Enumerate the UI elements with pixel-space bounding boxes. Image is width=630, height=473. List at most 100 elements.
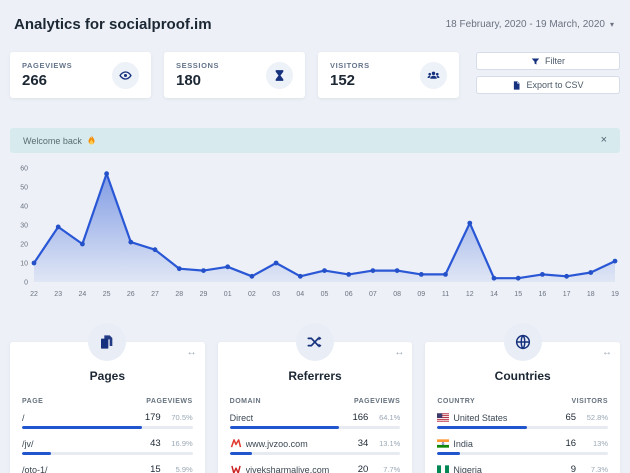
column-header: DOMAIN (230, 398, 261, 405)
row-percent: 64.1% (368, 413, 400, 422)
table-rows: /17970.5% /jv/4316.9% /oto-1/155.9% (10, 412, 205, 473)
row-label[interactable]: viveksharmalive.com (230, 465, 341, 473)
svg-text:07: 07 (369, 291, 377, 298)
close-icon[interactable]: × (601, 135, 607, 146)
svg-text:26: 26 (127, 291, 135, 298)
svg-text:28: 28 (175, 291, 183, 298)
progress-bar (22, 452, 193, 455)
progress-bar (230, 452, 401, 455)
row-percent: 52.8% (576, 413, 608, 422)
globe-icon (504, 323, 542, 361)
panel-title: Countries (425, 369, 620, 383)
table-row[interactable]: United States6552.8% (437, 412, 608, 429)
row-label[interactable]: United States (437, 413, 548, 423)
svg-text:12: 12 (466, 291, 474, 298)
row-label[interactable]: /jv/ (22, 439, 133, 449)
panels-row: ↔ Pages PAGE PAGEVIEWS /17970.5%/jv/4316… (10, 342, 620, 473)
svg-text:23: 23 (54, 291, 62, 298)
column-header: COUNTRY (437, 398, 475, 405)
table-row[interactable]: /oto-1/155.9% (22, 464, 193, 473)
row-percent: 70.5% (161, 413, 193, 422)
export-csv-button[interactable]: Export to CSV (476, 76, 620, 94)
chevron-down-icon: ▾ (610, 20, 614, 29)
svg-text:06: 06 (345, 291, 353, 298)
row-percent: 13% (576, 439, 608, 448)
svg-text:14: 14 (490, 291, 498, 298)
svg-text:02: 02 (248, 291, 256, 298)
column-header: PAGE (22, 398, 43, 405)
traffic-chart[interactable]: 0102030405060222324252627282901020304050… (10, 161, 620, 301)
stat-card-sessions: SESSIONS 180 (164, 52, 305, 98)
progress-bar (437, 426, 608, 429)
svg-text:0: 0 (24, 280, 28, 287)
svg-text:16: 16 (539, 291, 547, 298)
svg-text:03: 03 (272, 291, 280, 298)
table-header: COUNTRY VISITORS (425, 398, 620, 405)
row-value: 43 (133, 438, 161, 449)
svg-text:15: 15 (514, 291, 522, 298)
export-csv-button-label: Export to CSV (526, 80, 583, 90)
svg-text:50: 50 (20, 185, 28, 192)
svg-text:01: 01 (224, 291, 232, 298)
progress-bar (437, 452, 608, 455)
row-value: 65 (548, 412, 576, 423)
svg-text:20: 20 (20, 242, 28, 249)
svg-text:30: 30 (20, 223, 28, 230)
row-value: 20 (340, 464, 368, 473)
pages-panel: ↔ Pages PAGE PAGEVIEWS /17970.5%/jv/4316… (10, 342, 205, 473)
india-flag-icon (437, 439, 449, 448)
column-header: PAGEVIEWS (354, 398, 400, 405)
table-row[interactable]: www.jvzoo.com3413.1% (230, 438, 401, 455)
table-row[interactable]: /jv/4316.9% (22, 438, 193, 455)
row-label[interactable]: India (437, 439, 548, 449)
date-range-selector[interactable]: 18 February, 2020 - 19 March, 2020 ▾ (446, 19, 614, 30)
row-label[interactable]: / (22, 413, 133, 423)
svg-text:08: 08 (393, 291, 401, 298)
table-row[interactable]: Direct16664.1% (230, 412, 401, 429)
area-chart-svg[interactable]: 0102030405060222324252627282901020304050… (10, 161, 620, 301)
stat-value: 152 (330, 72, 370, 89)
row-label[interactable]: Direct (230, 413, 341, 423)
expand-panel-icon[interactable]: ↔ (602, 347, 612, 358)
copy-icon (88, 323, 126, 361)
svg-text:09: 09 (417, 291, 425, 298)
table-row[interactable]: Nigeria97.3% (437, 464, 608, 473)
row-value: 16 (548, 438, 576, 449)
row-label[interactable]: Nigeria (437, 465, 548, 473)
table-row[interactable]: /17970.5% (22, 412, 193, 429)
users-icon (420, 62, 447, 89)
progress-bar (230, 426, 401, 429)
row-value: 179 (133, 412, 161, 423)
svg-text:60: 60 (20, 166, 28, 173)
stat-label: VISITORS (330, 61, 370, 70)
expand-panel-icon[interactable]: ↔ (187, 347, 197, 358)
svg-text:22: 22 (30, 291, 38, 298)
svg-text:24: 24 (79, 291, 87, 298)
row-label[interactable]: www.jvzoo.com (230, 439, 341, 449)
table-header: DOMAIN PAGEVIEWS (218, 398, 413, 405)
svg-text:29: 29 (200, 291, 208, 298)
eye-icon (112, 62, 139, 89)
funnel-icon (531, 57, 540, 66)
row-percent: 7.7% (368, 465, 400, 473)
page-header: Analytics for socialproof.im 18 February… (0, 0, 630, 52)
panel-title: Pages (10, 369, 205, 383)
table-row[interactable]: viveksharmalive.com207.7% (230, 464, 401, 473)
stat-card-visitors: VISITORS 152 (318, 52, 459, 98)
filter-button[interactable]: Filter (476, 52, 620, 70)
table-row[interactable]: India1613% (437, 438, 608, 455)
stat-value: 180 (176, 72, 219, 89)
row-label[interactable]: /oto-1/ (22, 465, 133, 473)
vivek-favicon-icon (230, 465, 242, 473)
row-value: 15 (133, 464, 161, 473)
welcome-banner: Welcome back × (10, 128, 620, 153)
row-percent: 13.1% (368, 439, 400, 448)
row-percent: 7.3% (576, 465, 608, 473)
svg-text:19: 19 (611, 291, 619, 298)
svg-text:25: 25 (103, 291, 111, 298)
expand-panel-icon[interactable]: ↔ (394, 347, 404, 358)
row-percent: 5.9% (161, 465, 193, 473)
svg-text:27: 27 (151, 291, 159, 298)
svg-text:11: 11 (442, 291, 449, 298)
svg-text:10: 10 (20, 261, 28, 268)
